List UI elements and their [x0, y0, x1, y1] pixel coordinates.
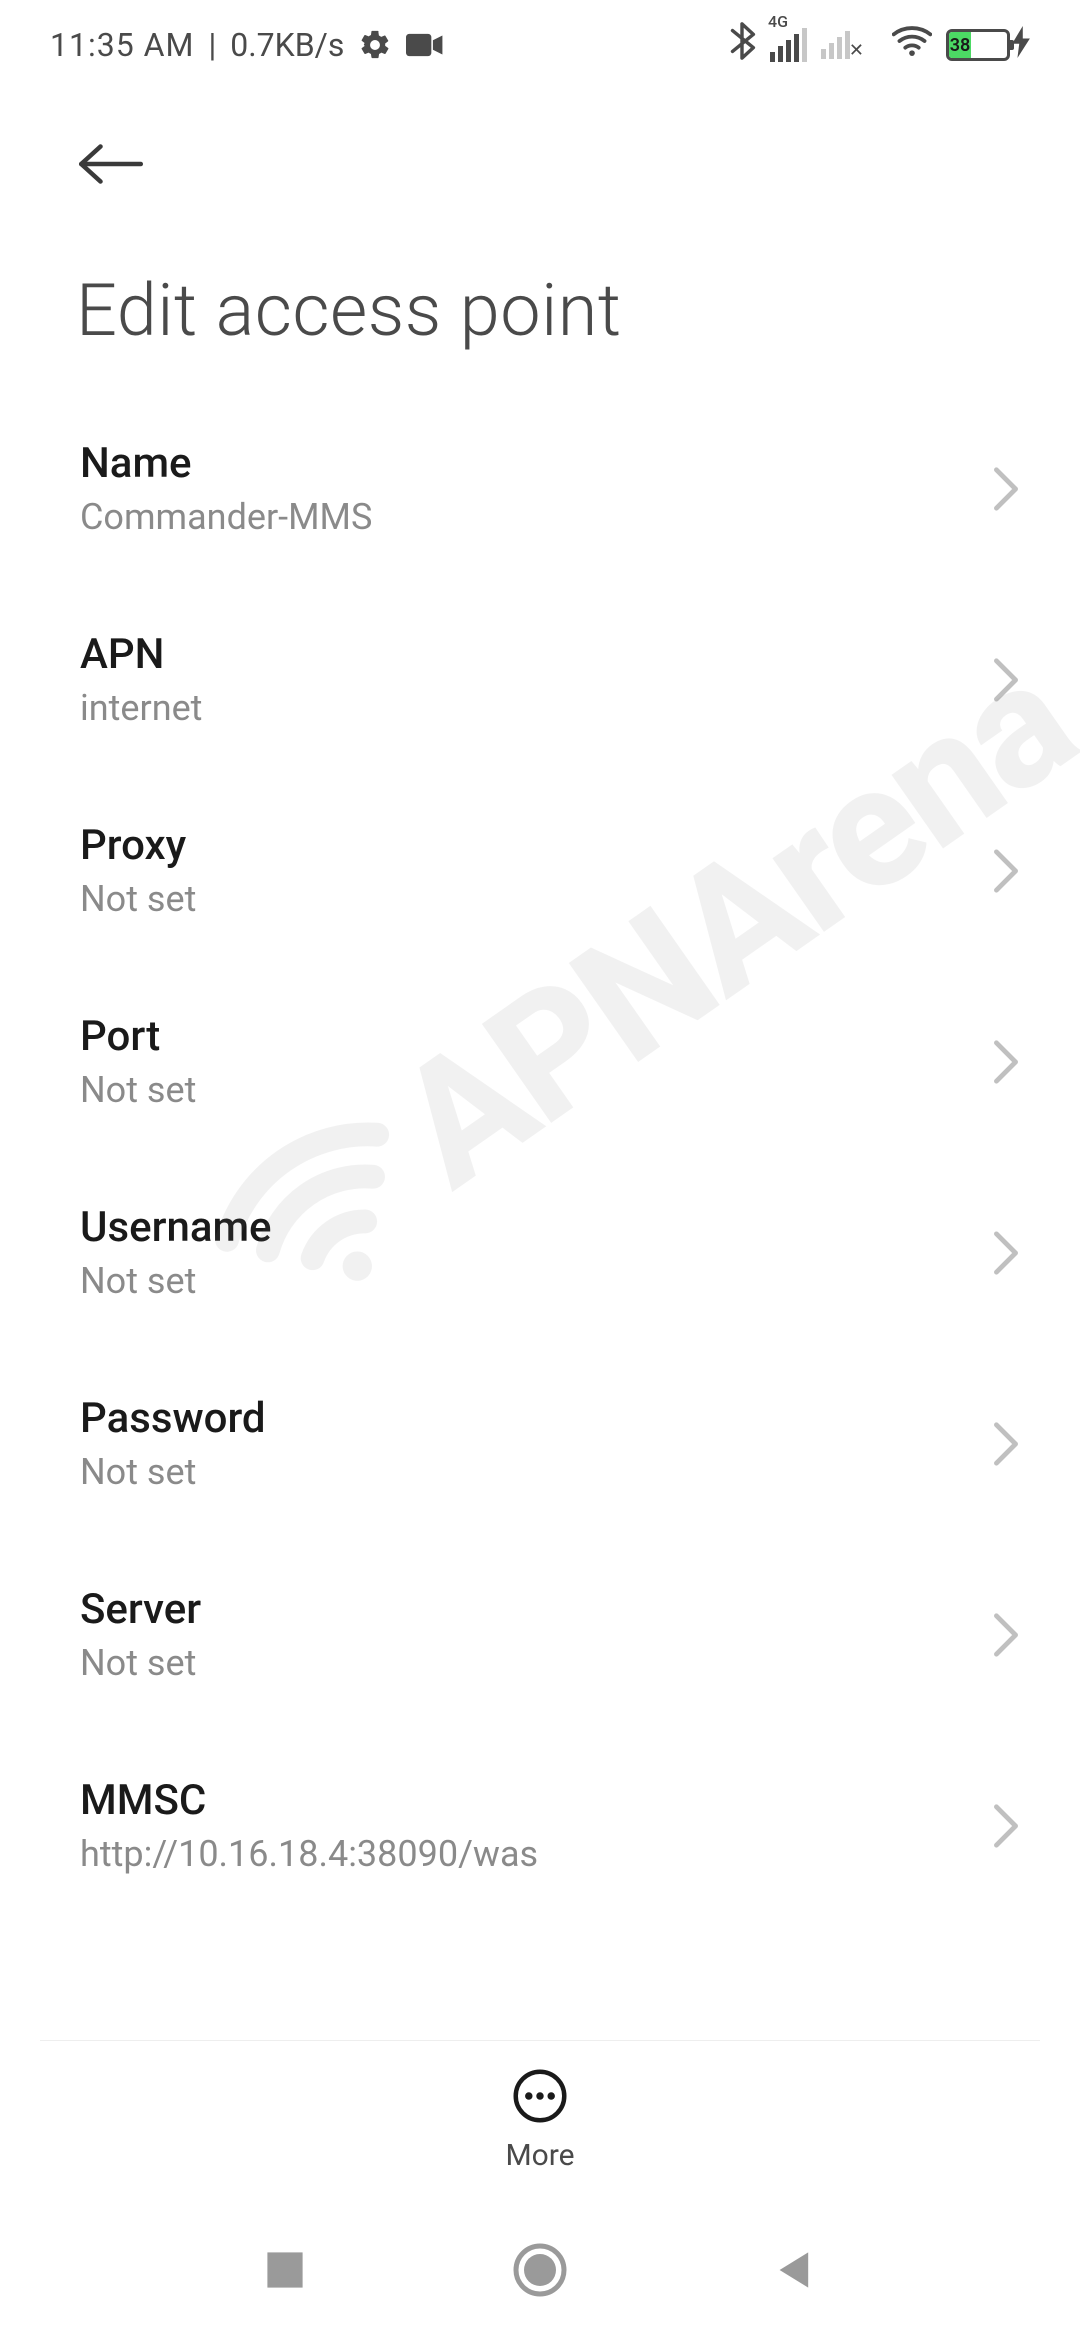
- row-label: Proxy: [80, 821, 196, 870]
- divider: [40, 2040, 1040, 2041]
- status-left: 11:35 AM | 0.7KB/s: [50, 26, 444, 64]
- row-label: APN: [80, 630, 202, 679]
- back-button[interactable]: [76, 140, 1080, 188]
- row-label: Port: [80, 1012, 196, 1061]
- status-right: 4G ✕ 38: [728, 22, 1030, 68]
- row-apn[interactable]: APN internet: [0, 584, 1080, 775]
- more-button[interactable]: More: [505, 2068, 574, 2173]
- chevron-right-icon: [992, 1230, 1020, 1276]
- row-value: Not set: [80, 1069, 196, 1111]
- row-value: http://10.16.18.4:38090/was: [80, 1833, 538, 1875]
- settings-list: Name Commander-MMS APN internet Proxy No…: [0, 393, 1080, 1920]
- more-icon: [512, 2068, 568, 2128]
- row-mmsc[interactable]: MMSC http://10.16.18.4:38090/was: [0, 1730, 1080, 1920]
- more-label: More: [505, 2138, 574, 2173]
- status-data-rate: 0.7KB/s: [230, 26, 344, 64]
- battery-icon: 38: [946, 26, 1030, 65]
- row-proxy[interactable]: Proxy Not set: [0, 775, 1080, 966]
- chevron-right-icon: [992, 1803, 1020, 1849]
- chevron-right-icon: [992, 848, 1020, 894]
- row-label: Username: [80, 1203, 272, 1252]
- gear-icon: [358, 28, 392, 62]
- nav-recent-button[interactable]: [263, 2248, 307, 2292]
- nav-home-button[interactable]: [512, 2242, 568, 2298]
- chevron-right-icon: [992, 1039, 1020, 1085]
- row-value: internet: [80, 687, 202, 729]
- row-value: Not set: [80, 1642, 201, 1684]
- status-time: 11:35 AM: [50, 26, 194, 64]
- row-label: Server: [80, 1585, 201, 1634]
- bottom-toolbar: More: [0, 2040, 1080, 2200]
- row-value: Not set: [80, 878, 196, 920]
- bluetooth-icon: [728, 22, 756, 68]
- row-password[interactable]: Password Not set: [0, 1348, 1080, 1539]
- row-value: Commander-MMS: [80, 496, 372, 538]
- wifi-icon: [892, 25, 932, 65]
- navigation-bar: [0, 2200, 1080, 2340]
- row-label: MMSC: [80, 1776, 538, 1825]
- camera-icon: [406, 31, 444, 59]
- row-value: Not set: [80, 1451, 266, 1493]
- row-username[interactable]: Username Not set: [0, 1157, 1080, 1348]
- signal-nosim-icon: ✕: [821, 31, 850, 59]
- row-name[interactable]: Name Commander-MMS: [0, 393, 1080, 584]
- chevron-right-icon: [992, 1612, 1020, 1658]
- chevron-right-icon: [992, 657, 1020, 703]
- row-value: Not set: [80, 1260, 272, 1302]
- chevron-right-icon: [992, 466, 1020, 512]
- signal-4g-icon: 4G: [770, 28, 807, 62]
- battery-percent: 38: [949, 32, 971, 58]
- page-title: Edit access point: [0, 188, 1080, 393]
- charging-icon: [1012, 26, 1030, 65]
- row-label: Password: [80, 1394, 266, 1443]
- nav-back-button[interactable]: [773, 2248, 817, 2292]
- row-port[interactable]: Port Not set: [0, 966, 1080, 1157]
- status-divider: |: [208, 26, 216, 64]
- row-server[interactable]: Server Not set: [0, 1539, 1080, 1730]
- chevron-right-icon: [992, 1421, 1020, 1467]
- row-label: Name: [80, 439, 372, 488]
- status-bar: 11:35 AM | 0.7KB/s 4G ✕: [0, 0, 1080, 90]
